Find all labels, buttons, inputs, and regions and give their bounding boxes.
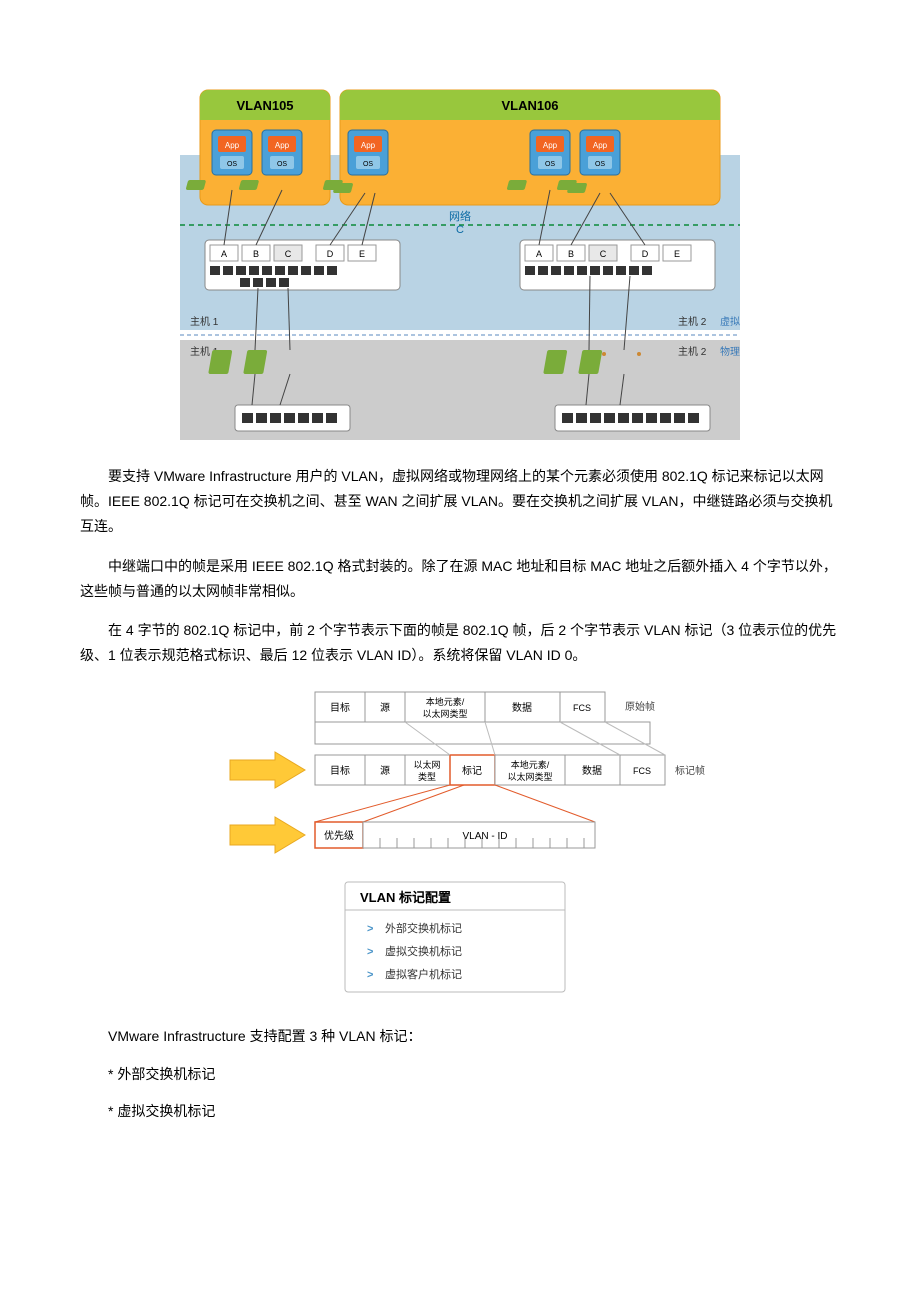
svg-text:主机 2: 主机 2 <box>678 315 707 328</box>
paragraph-4: VMware Infrastructure 支持配置 3 种 VLAN 标记： <box>80 1024 840 1049</box>
svg-text:C: C <box>456 224 464 236</box>
svg-text:虚拟交换机标记: 虚拟交换机标记 <box>385 944 462 958</box>
vlan-topology-diagram: VLAN105 VLAN106 App OS App OS App OS App <box>180 80 740 450</box>
bullet-1: * 外部交换机标记 <box>80 1062 840 1087</box>
paragraph-2: 中继端口中的帧是采用 IEEE 802.1Q 格式封装的。除了在源 MAC 地址… <box>80 554 840 604</box>
svg-text:本地元素/: 本地元素/ <box>426 696 465 707</box>
frame-tagging-diagram: 目标 源 本地元素/ 以太网类型 数据 FCS 原始帧 目标 源 以太网 类型 … <box>215 682 705 1012</box>
svg-text:FCS: FCS <box>573 703 591 713</box>
svg-text:标记帧: 标记帧 <box>675 764 705 777</box>
svg-text:主机 1: 主机 1 <box>190 315 219 328</box>
svg-text:App: App <box>593 141 608 150</box>
paragraph-1: 要支持 VMware Infrastructure 用户的 VLAN，虚拟网络或… <box>80 464 840 540</box>
svg-text:VLAN - ID: VLAN - ID <box>462 831 507 842</box>
svg-text:本地元素/: 本地元素/ <box>511 759 550 770</box>
svg-text:VLAN105: VLAN105 <box>236 98 293 113</box>
svg-text:虚拟: 虚拟 <box>720 315 740 328</box>
svg-text:优先级: 优先级 <box>324 829 354 842</box>
svg-text:以太网类型: 以太网类型 <box>507 771 552 782</box>
svg-text:OS: OS <box>363 161 373 168</box>
svg-text:数据: 数据 <box>512 701 532 714</box>
svg-text:FCS: FCS <box>633 766 651 776</box>
svg-text:>: > <box>367 969 373 981</box>
svg-text:A: A <box>221 249 227 259</box>
svg-text:VLAN 标记配置: VLAN 标记配置 <box>360 890 451 905</box>
svg-text:VLAN106: VLAN106 <box>501 98 558 113</box>
svg-text:物理: 物理 <box>720 345 740 358</box>
svg-text:虚拟客户机标记: 虚拟客户机标记 <box>385 967 462 981</box>
svg-text:OS: OS <box>595 161 605 168</box>
virtual-switch-1: A B C D E <box>205 240 400 290</box>
svg-text:主机 2: 主机 2 <box>678 345 707 358</box>
svg-text:类型: 类型 <box>418 771 436 782</box>
svg-text:数据: 数据 <box>582 764 602 777</box>
svg-text:D: D <box>327 249 334 259</box>
svg-text:C: C <box>285 249 292 259</box>
svg-text:>: > <box>367 923 373 935</box>
svg-text:B: B <box>253 249 259 259</box>
svg-text:OS: OS <box>545 161 555 168</box>
svg-text:OS: OS <box>227 161 237 168</box>
svg-text:标记: 标记 <box>462 765 482 777</box>
svg-text:E: E <box>359 249 365 259</box>
svg-text:B: B <box>568 249 574 259</box>
svg-text:A: A <box>536 249 542 259</box>
svg-text:App: App <box>361 141 376 150</box>
svg-text:以太网: 以太网 <box>413 759 440 770</box>
svg-text:E: E <box>674 249 680 259</box>
svg-text:网络: 网络 <box>449 209 471 223</box>
svg-text:原始帧: 原始帧 <box>625 700 655 713</box>
arrow-icon <box>230 817 305 853</box>
svg-text:>: > <box>367 946 373 958</box>
svg-text:源: 源 <box>380 764 390 777</box>
bullet-2: * 虚拟交换机标记 <box>80 1099 840 1124</box>
svg-text:目标: 目标 <box>330 765 350 777</box>
svg-text:App: App <box>543 141 558 150</box>
svg-text:C: C <box>600 249 607 259</box>
svg-text:OS: OS <box>277 161 287 168</box>
svg-text:外部交换机标记: 外部交换机标记 <box>385 921 462 935</box>
svg-text:D: D <box>642 249 649 259</box>
arrow-icon <box>230 752 305 788</box>
virtual-switch-2: A B C D E <box>520 240 715 290</box>
paragraph-3: 在 4 字节的 802.1Q 标记中，前 2 个字节表示下面的帧是 802.1Q… <box>80 618 840 668</box>
svg-text:App: App <box>275 141 290 150</box>
svg-text:App: App <box>225 141 240 150</box>
svg-text:以太网类型: 以太网类型 <box>422 708 467 719</box>
svg-text:目标: 目标 <box>330 702 350 714</box>
svg-text:源: 源 <box>380 701 390 714</box>
